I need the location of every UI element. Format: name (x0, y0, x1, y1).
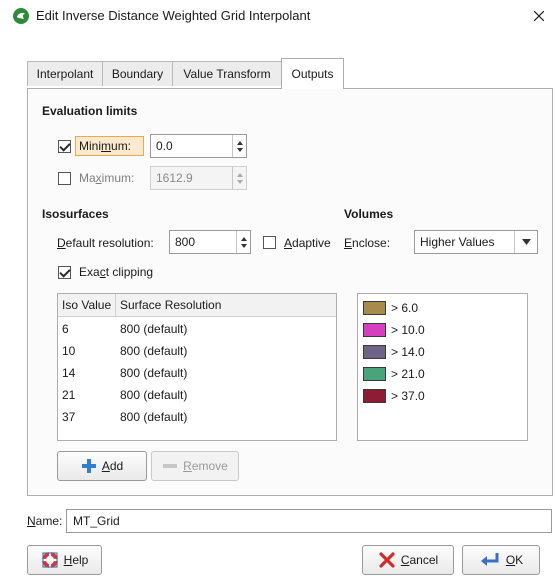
default-resolution-spinbox[interactable]: 800 (169, 230, 251, 254)
minimum-value: 0.0 (156, 139, 173, 153)
close-button[interactable] (529, 6, 549, 26)
resolution-cell: 800 (default) (120, 388, 188, 402)
volume-color-swatch (363, 367, 386, 381)
volume-label: > 14.0 (391, 345, 425, 359)
iso-value-cell: 6 (62, 322, 69, 336)
minimum-checkbox[interactable] (58, 140, 71, 153)
table-row[interactable]: 37 800 (default) (58, 406, 336, 428)
chevron-down-icon (521, 239, 531, 245)
exact-clipping-label[interactable]: Exact clipping (79, 265, 153, 279)
tab-value-transform[interactable]: Value Transform (172, 61, 282, 86)
volume-item[interactable]: > 14.0 (363, 344, 425, 360)
resolution-cell: 800 (default) (120, 410, 188, 424)
volume-label: > 10.0 (391, 323, 425, 337)
volume-item[interactable]: > 21.0 (363, 366, 425, 382)
spin-down-icon (236, 179, 243, 184)
title-bar: Edit Inverse Distance Weighted Grid Inte… (0, 0, 555, 32)
resolution-cell: 800 (default) (120, 322, 188, 336)
table-row[interactable]: 10 800 (default) (58, 340, 336, 362)
table-header: Iso Value Surface Resolution (58, 294, 336, 317)
volume-color-swatch (363, 345, 386, 359)
iso-value-cell: 14 (62, 366, 76, 380)
default-resolution-label: Default resolution: (57, 236, 154, 250)
add-button[interactable]: Add (57, 451, 147, 481)
enter-arrow-icon (480, 553, 499, 566)
volumes-list[interactable]: > 6.0 > 10.0 > 14.0 > 21.0 > 37.0 (357, 293, 528, 441)
iso-value-cell: 21 (62, 388, 76, 402)
volume-color-swatch (363, 301, 386, 315)
spin-up-icon (240, 236, 247, 241)
column-header-surface-resolution[interactable]: Surface Resolution (120, 298, 221, 312)
cancel-label: Cancel (400, 553, 439, 567)
remove-label: Remove (183, 459, 228, 473)
add-label: Add (101, 459, 124, 473)
enclose-dropdown[interactable]: Higher Values (414, 230, 538, 254)
help-button[interactable]: Help (27, 545, 102, 575)
adaptive-checkbox[interactable] (263, 236, 276, 249)
table-row[interactable]: 21 800 (default) (58, 384, 336, 406)
table-row[interactable]: 14 800 (default) (58, 362, 336, 384)
close-icon (534, 11, 544, 21)
help-label: Help (63, 553, 89, 567)
maximum-spinbox[interactable]: 1612.9 (150, 166, 247, 190)
evaluation-limits-heading: Evaluation limits (42, 104, 138, 118)
spin-down-icon (240, 243, 247, 248)
maximum-value: 1612.9 (156, 171, 193, 185)
isosurfaces-heading: Isosurfaces (42, 207, 109, 221)
iso-value-cell: 10 (62, 344, 76, 358)
volume-label: > 6.0 (391, 301, 419, 315)
resolution-cell: 800 (default) (120, 366, 188, 380)
volume-color-swatch (363, 389, 386, 403)
lifebuoy-icon (41, 552, 58, 568)
minimum-spin-arrows[interactable] (232, 135, 246, 157)
default-resolution-value: 800 (175, 235, 196, 249)
cancel-button[interactable]: Cancel (362, 545, 454, 575)
spin-up-icon (236, 172, 243, 177)
volume-item[interactable]: > 10.0 (363, 322, 425, 338)
exact-clipping-checkbox[interactable] (58, 266, 71, 279)
table-row[interactable]: 6 800 (default) (58, 318, 336, 340)
tab-outputs[interactable]: Outputs (281, 58, 344, 89)
iso-value-cell: 37 (62, 410, 76, 424)
spin-up-icon (236, 140, 243, 145)
resolution-spin-arrows[interactable] (236, 231, 250, 253)
tab-interpolant[interactable]: Interpolant (27, 61, 103, 86)
volume-color-swatch (363, 323, 386, 337)
remove-button[interactable]: Remove (151, 451, 239, 481)
ok-label: OK (505, 553, 524, 567)
leapfrog-app-icon (13, 8, 29, 24)
name-input[interactable]: MT_Grid (66, 509, 552, 533)
enclose-label: Enclose: (344, 236, 391, 250)
resolution-cell: 800 (default) (120, 344, 188, 358)
cancel-icon (379, 552, 395, 568)
tab-boundary[interactable]: Boundary (102, 61, 173, 86)
volume-label: > 21.0 (391, 367, 425, 381)
enclose-value: Higher Values (420, 235, 495, 249)
volumes-heading: Volumes (344, 207, 394, 221)
volume-item[interactable]: > 37.0 (363, 388, 425, 404)
column-divider (115, 294, 116, 316)
column-header-iso-value[interactable]: Iso Value (62, 298, 111, 312)
add-icon (81, 459, 96, 473)
volume-label: > 37.0 (391, 389, 425, 403)
volume-item[interactable]: > 6.0 (363, 300, 418, 316)
window-title: Edit Inverse Distance Weighted Grid Inte… (36, 8, 311, 23)
adaptive-label[interactable]: Adaptive (284, 236, 331, 250)
minimum-label[interactable]: Minimum: (79, 139, 131, 153)
maximum-spin-arrows (232, 167, 246, 189)
maximum-checkbox[interactable] (58, 172, 71, 185)
maximum-label[interactable]: Maximum: (79, 171, 134, 185)
name-label: Name: (27, 514, 63, 528)
dropdown-arrow[interactable] (514, 231, 537, 253)
ok-button[interactable]: OK (462, 545, 540, 575)
minimum-spinbox[interactable]: 0.0 (150, 134, 247, 158)
isosurface-table[interactable]: Iso Value Surface Resolution 6 800 (defa… (57, 293, 337, 441)
remove-icon (163, 464, 178, 468)
spin-down-icon (236, 147, 243, 152)
